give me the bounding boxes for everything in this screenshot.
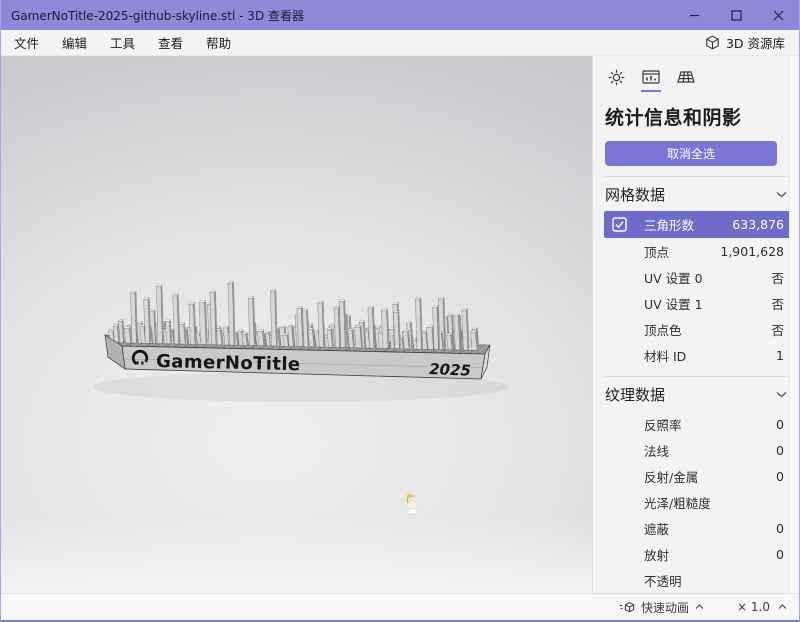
stat-value: 633,876: [732, 217, 790, 232]
stats-panel: 统计信息和阴影 取消全选 网格数据 三角形数 633,876: [592, 56, 799, 593]
stat-label: 三角形数: [644, 215, 694, 234]
stat-label: 材料 ID: [644, 346, 686, 365]
stat-row[interactable]: 反射/金属 0: [604, 463, 798, 489]
zoom-value: × 1.0: [737, 600, 770, 614]
stat-value: 0: [776, 417, 790, 432]
stat-label: UV 设置 1: [644, 294, 703, 313]
menubar: 文件 编辑 工具 查看 帮助 3D 资源库: [1, 30, 799, 56]
stat-row[interactable]: 放射 0: [604, 541, 798, 567]
grid-mesh-icon: [677, 69, 695, 85]
zoom-control[interactable]: × 1.0: [737, 600, 787, 614]
panel-scrollbar[interactable]: [789, 56, 799, 593]
app-window: GamerNoTitle-2025-github-skyline.stl - 3…: [0, 0, 800, 622]
texture-data-rows: 反照率 0 法线 0 反射/金属: [604, 411, 798, 593]
3d-library-button[interactable]: 3D 资源库: [697, 30, 799, 55]
model-username-text: GamerNoTitle: [156, 351, 301, 375]
stat-row[interactable]: 法线 0: [604, 437, 798, 463]
quick-animation-label: 快速动画: [641, 599, 689, 616]
maximize-icon: [731, 10, 742, 21]
chibi-cursor-sprite: [408, 494, 417, 516]
quick-animation-control[interactable]: 快速动画: [619, 599, 704, 616]
stat-row[interactable]: 反照率 0: [604, 411, 798, 437]
window-controls: [673, 0, 799, 30]
stat-value: 否: [771, 320, 790, 339]
skyline-bars: [109, 281, 479, 350]
close-button[interactable]: [757, 0, 799, 30]
stats-chart-icon: [642, 69, 660, 85]
menu-help[interactable]: 帮助: [196, 30, 241, 55]
stat-label: 顶点: [644, 242, 669, 261]
stat-row[interactable]: 遮蔽 0: [604, 515, 798, 541]
stat-value: 0: [776, 443, 790, 458]
menu-view[interactable]: 查看: [148, 30, 193, 55]
stat-label: 顶点色: [644, 320, 682, 339]
stat-row[interactable]: 三角形数 633,876: [604, 211, 798, 238]
window-title: GamerNoTitle-2025-github-skyline.stl - 3…: [1, 7, 304, 24]
minimize-icon: [689, 10, 700, 21]
chevron-up-icon: [695, 604, 704, 610]
stat-value: 0: [776, 547, 790, 562]
menu-edit[interactable]: 编辑: [52, 30, 97, 55]
3d-viewport[interactable]: GamerNoTitle 2025: [1, 56, 592, 593]
mesh-data-rows: 三角形数 633,876 顶点 1,901,628: [604, 211, 798, 368]
minimize-button[interactable]: [673, 0, 715, 30]
sun-icon: [608, 69, 625, 86]
checkbox-icon[interactable]: [612, 217, 627, 232]
close-icon: [773, 10, 784, 21]
menu-tools[interactable]: 工具: [100, 30, 145, 55]
chevron-down-icon: [776, 191, 787, 198]
stat-label: 反照率: [644, 415, 682, 434]
maximize-button[interactable]: [715, 0, 757, 30]
panel-title: 统计信息和阴影: [605, 103, 787, 130]
stat-label: UV 设置 0: [644, 268, 703, 287]
stat-row[interactable]: 光泽/粗糙度: [604, 489, 798, 515]
tab-grid[interactable]: [675, 66, 697, 88]
mesh-data-title: 网格数据: [605, 184, 665, 205]
stat-value: 0: [776, 469, 790, 484]
stat-label: 不透明: [644, 571, 682, 590]
stat-row[interactable]: 不透明: [604, 567, 798, 593]
panel-tabs: [593, 56, 799, 90]
stat-label: 法线: [644, 441, 669, 460]
stat-label: 光泽/粗糙度: [644, 493, 711, 512]
3d-library-label: 3D 资源库: [726, 33, 785, 52]
chevron-up-icon: [778, 604, 787, 610]
stat-value: 1,901,628: [720, 244, 790, 259]
stat-row[interactable]: UV 设置 0 否: [604, 264, 798, 290]
stat-row[interactable]: 顶点色 否: [604, 316, 798, 342]
texture-data-section: 纹理数据 反照率 0: [605, 376, 787, 593]
stat-label: 放射: [644, 545, 669, 564]
chevron-down-icon: [776, 391, 787, 398]
texture-data-title: 纹理数据: [605, 384, 665, 405]
texture-data-header[interactable]: 纹理数据: [605, 379, 787, 409]
tab-stats-shading[interactable]: [640, 66, 662, 88]
mesh-data-header[interactable]: 网格数据: [605, 179, 787, 209]
stat-row[interactable]: 顶点 1,901,628: [604, 238, 798, 264]
deselect-all-button[interactable]: 取消全选: [605, 141, 777, 166]
tab-environment[interactable]: [605, 66, 627, 88]
mesh-data-section: 网格数据 三角形数 633,876: [605, 176, 787, 368]
stat-value: 0: [776, 521, 790, 536]
model-year-text: 2025: [429, 360, 471, 380]
animation-cube-icon: [619, 601, 635, 614]
stat-label: 反射/金属: [644, 467, 698, 486]
skyline-model: GamerNoTitle 2025: [1, 56, 592, 593]
stat-label: 遮蔽: [644, 519, 669, 538]
stat-value: 否: [771, 268, 790, 287]
titlebar: GamerNoTitle-2025-github-skyline.stl - 3…: [1, 0, 799, 30]
cube-icon: [705, 35, 720, 50]
stat-value: 否: [771, 294, 790, 313]
stat-row[interactable]: UV 设置 1 否: [604, 290, 798, 316]
main-area: GamerNoTitle 2025: [1, 56, 799, 593]
menu-file[interactable]: 文件: [4, 30, 49, 55]
stat-row[interactable]: 材料 ID 1: [604, 342, 798, 368]
statusbar: 快速动画 × 1.0: [1, 593, 799, 622]
stat-value: 1: [776, 348, 790, 363]
